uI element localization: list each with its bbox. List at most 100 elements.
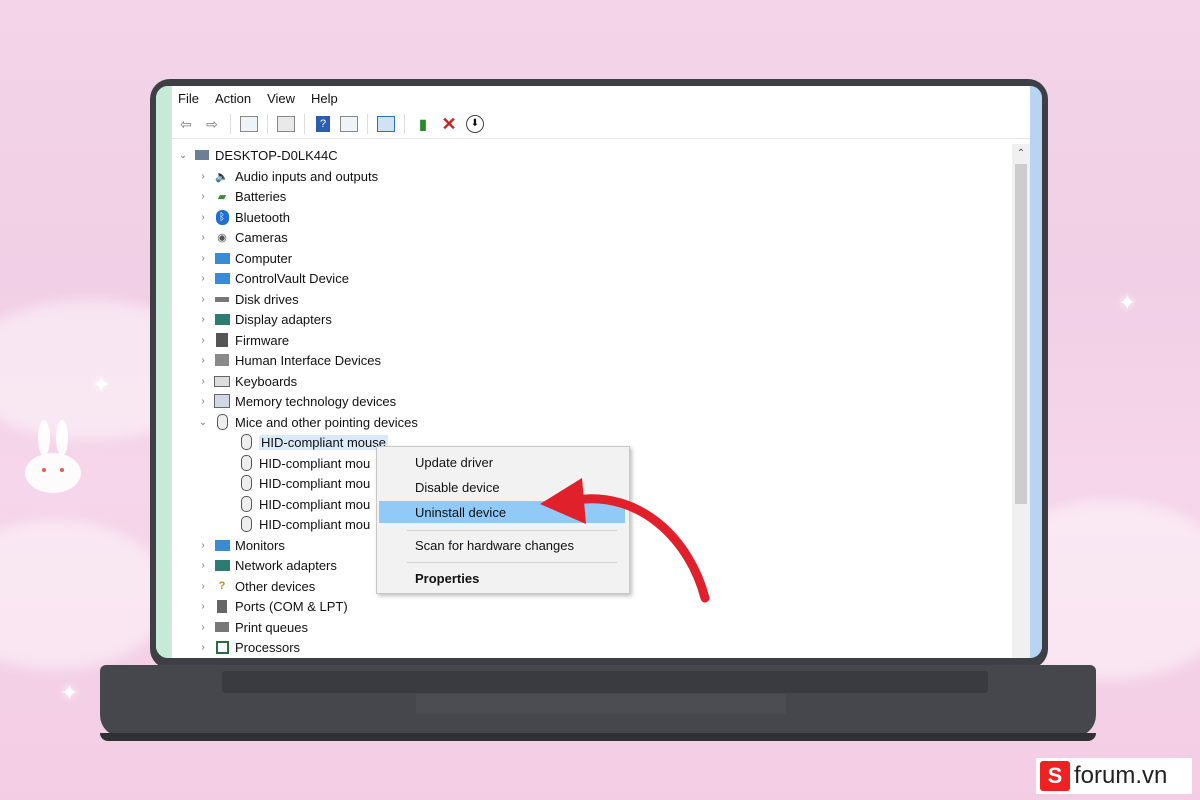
chevron-right-icon[interactable]: › (196, 253, 210, 264)
chevron-right-icon[interactable]: › (196, 622, 210, 633)
chevron-right-icon[interactable]: › (196, 540, 210, 551)
tree-item-print[interactable]: › Print queues (196, 617, 308, 637)
tree-root[interactable]: ⌄ DESKTOP-D0LK44C (176, 145, 338, 165)
monitor-icon (214, 537, 230, 553)
toolbar: ⇦ ⇨ ? ▮ ✕ ⬇ (172, 110, 1030, 139)
mouse-icon (238, 516, 254, 532)
tree-item-computer[interactable]: › Computer (196, 248, 292, 268)
tree-item-audio[interactable]: › 🔈 Audio inputs and outputs (196, 166, 378, 186)
tree-item-hid[interactable]: › Human Interface Devices (196, 350, 381, 370)
chevron-right-icon[interactable]: › (196, 314, 210, 325)
memory-icon (214, 393, 230, 409)
forward-icon[interactable]: ⇨ (202, 114, 222, 134)
port-icon (214, 598, 230, 614)
printer-icon (214, 619, 230, 635)
menu-help[interactable]: Help (311, 91, 338, 106)
chevron-right-icon[interactable]: › (196, 335, 210, 346)
laptop-keyboard (222, 671, 988, 693)
brand-logo: S (1040, 761, 1070, 791)
hid-icon (214, 352, 230, 368)
computer-icon (194, 147, 210, 163)
bunny-decoration (25, 420, 81, 493)
chevron-right-icon[interactable]: › (196, 560, 210, 571)
background-cloud (0, 520, 170, 670)
properties-icon[interactable] (276, 114, 296, 134)
chevron-right-icon[interactable]: › (196, 601, 210, 612)
tree-child-mouse[interactable]: HID-compliant mouse (234, 432, 388, 452)
computer-icon (214, 250, 230, 266)
chip-icon (214, 332, 230, 348)
chevron-right-icon[interactable]: › (196, 581, 210, 592)
mouse-icon (238, 496, 254, 512)
update-driver-icon[interactable]: ▮ (413, 114, 433, 134)
chevron-right-icon[interactable]: › (196, 294, 210, 305)
tree-item-processors[interactable]: › Processors (196, 637, 300, 657)
tree-item-firmware[interactable]: › Firmware (196, 330, 289, 350)
tree-item-keyboards[interactable]: › Keyboards (196, 371, 297, 391)
question-icon: ? (218, 580, 226, 592)
laptop-trackpad (416, 694, 786, 714)
tree-item-other[interactable]: › ? Other devices (196, 576, 315, 596)
brand-text: forum.vn (1074, 762, 1168, 789)
display-adapter-icon (214, 311, 230, 327)
chevron-right-icon[interactable]: › (196, 191, 210, 202)
chevron-right-icon[interactable]: › (196, 232, 210, 243)
menu-view[interactable]: View (267, 91, 295, 106)
download-icon[interactable]: ⬇ (465, 114, 485, 134)
tree-child-mouse[interactable]: HID-compliant mou (234, 473, 370, 493)
menu-bar: File Action View Help (172, 86, 1030, 110)
tree-child-mouse[interactable]: HID-compliant mou (234, 494, 370, 514)
help-icon[interactable]: ? (313, 114, 333, 134)
tree-child-mouse[interactable]: HID-compliant mou (234, 453, 370, 473)
scroll-up-icon[interactable]: ⌃ (1012, 148, 1030, 159)
vertical-scrollbar[interactable]: ⌃ (1012, 144, 1030, 658)
network-icon (214, 557, 230, 573)
view-icon[interactable] (339, 114, 359, 134)
chevron-right-icon[interactable]: › (196, 396, 210, 407)
chevron-right-icon[interactable]: › (196, 642, 210, 653)
uninstall-icon[interactable]: ✕ (439, 114, 459, 134)
sparkle-icon: ✦ (92, 372, 111, 397)
battery-icon: ▰ (217, 190, 227, 203)
chevron-right-icon[interactable]: › (196, 171, 210, 182)
tree-child-mouse[interactable]: HID-compliant mou (234, 514, 370, 534)
chevron-down-icon[interactable]: ⌄ (196, 417, 210, 428)
tree-item-memory[interactable]: › Memory technology devices (196, 391, 396, 411)
annotation-arrow (540, 478, 710, 603)
monitor-icon (214, 270, 230, 286)
scan-hardware-icon[interactable] (376, 114, 396, 134)
disk-icon (214, 291, 230, 307)
tree-item-network[interactable]: › Network adapters (196, 555, 337, 575)
tree-item-disk-drives[interactable]: › Disk drives (196, 289, 298, 309)
bluetooth-icon: ᛒ (214, 209, 230, 225)
chevron-right-icon[interactable]: › (196, 355, 210, 366)
processor-icon (214, 639, 230, 655)
speaker-icon: 🔈 (215, 170, 229, 183)
tree-item-batteries[interactable]: › ▰ Batteries (196, 186, 286, 206)
chevron-right-icon[interactable]: › (196, 376, 210, 387)
tree-item-display-adapters[interactable]: › Display adapters (196, 309, 332, 329)
tree-item-controlvault[interactable]: › ControlVault Device (196, 268, 349, 288)
tree-item-mice[interactable]: ⌄ Mice and other pointing devices (196, 412, 418, 432)
scroll-thumb[interactable] (1015, 164, 1027, 504)
menu-action[interactable]: Action (215, 91, 251, 106)
laptop-base-edge (100, 733, 1096, 741)
console-tree-icon[interactable] (239, 114, 259, 134)
chevron-right-icon[interactable]: › (196, 273, 210, 284)
chevron-down-icon[interactable]: ⌄ (176, 150, 190, 161)
mouse-icon (238, 455, 254, 471)
brand-watermark: S forum.vn (1036, 758, 1192, 794)
mouse-icon (238, 434, 254, 450)
mouse-icon (214, 414, 230, 430)
chevron-right-icon[interactable]: › (196, 212, 210, 223)
menu-file[interactable]: File (178, 91, 199, 106)
back-icon[interactable]: ⇦ (176, 114, 196, 134)
tree-item-cameras[interactable]: › ◉ Cameras (196, 227, 287, 247)
sparkle-icon: ✦ (60, 680, 79, 705)
tree-item-monitors[interactable]: › Monitors (196, 535, 285, 555)
tree-item-ports[interactable]: › Ports (COM & LPT) (196, 596, 347, 616)
camera-icon: ◉ (217, 231, 227, 244)
sparkle-icon: ✦ (1118, 290, 1137, 315)
tree-item-bluetooth[interactable]: › ᛒ Bluetooth (196, 207, 290, 227)
mouse-icon (238, 475, 254, 491)
